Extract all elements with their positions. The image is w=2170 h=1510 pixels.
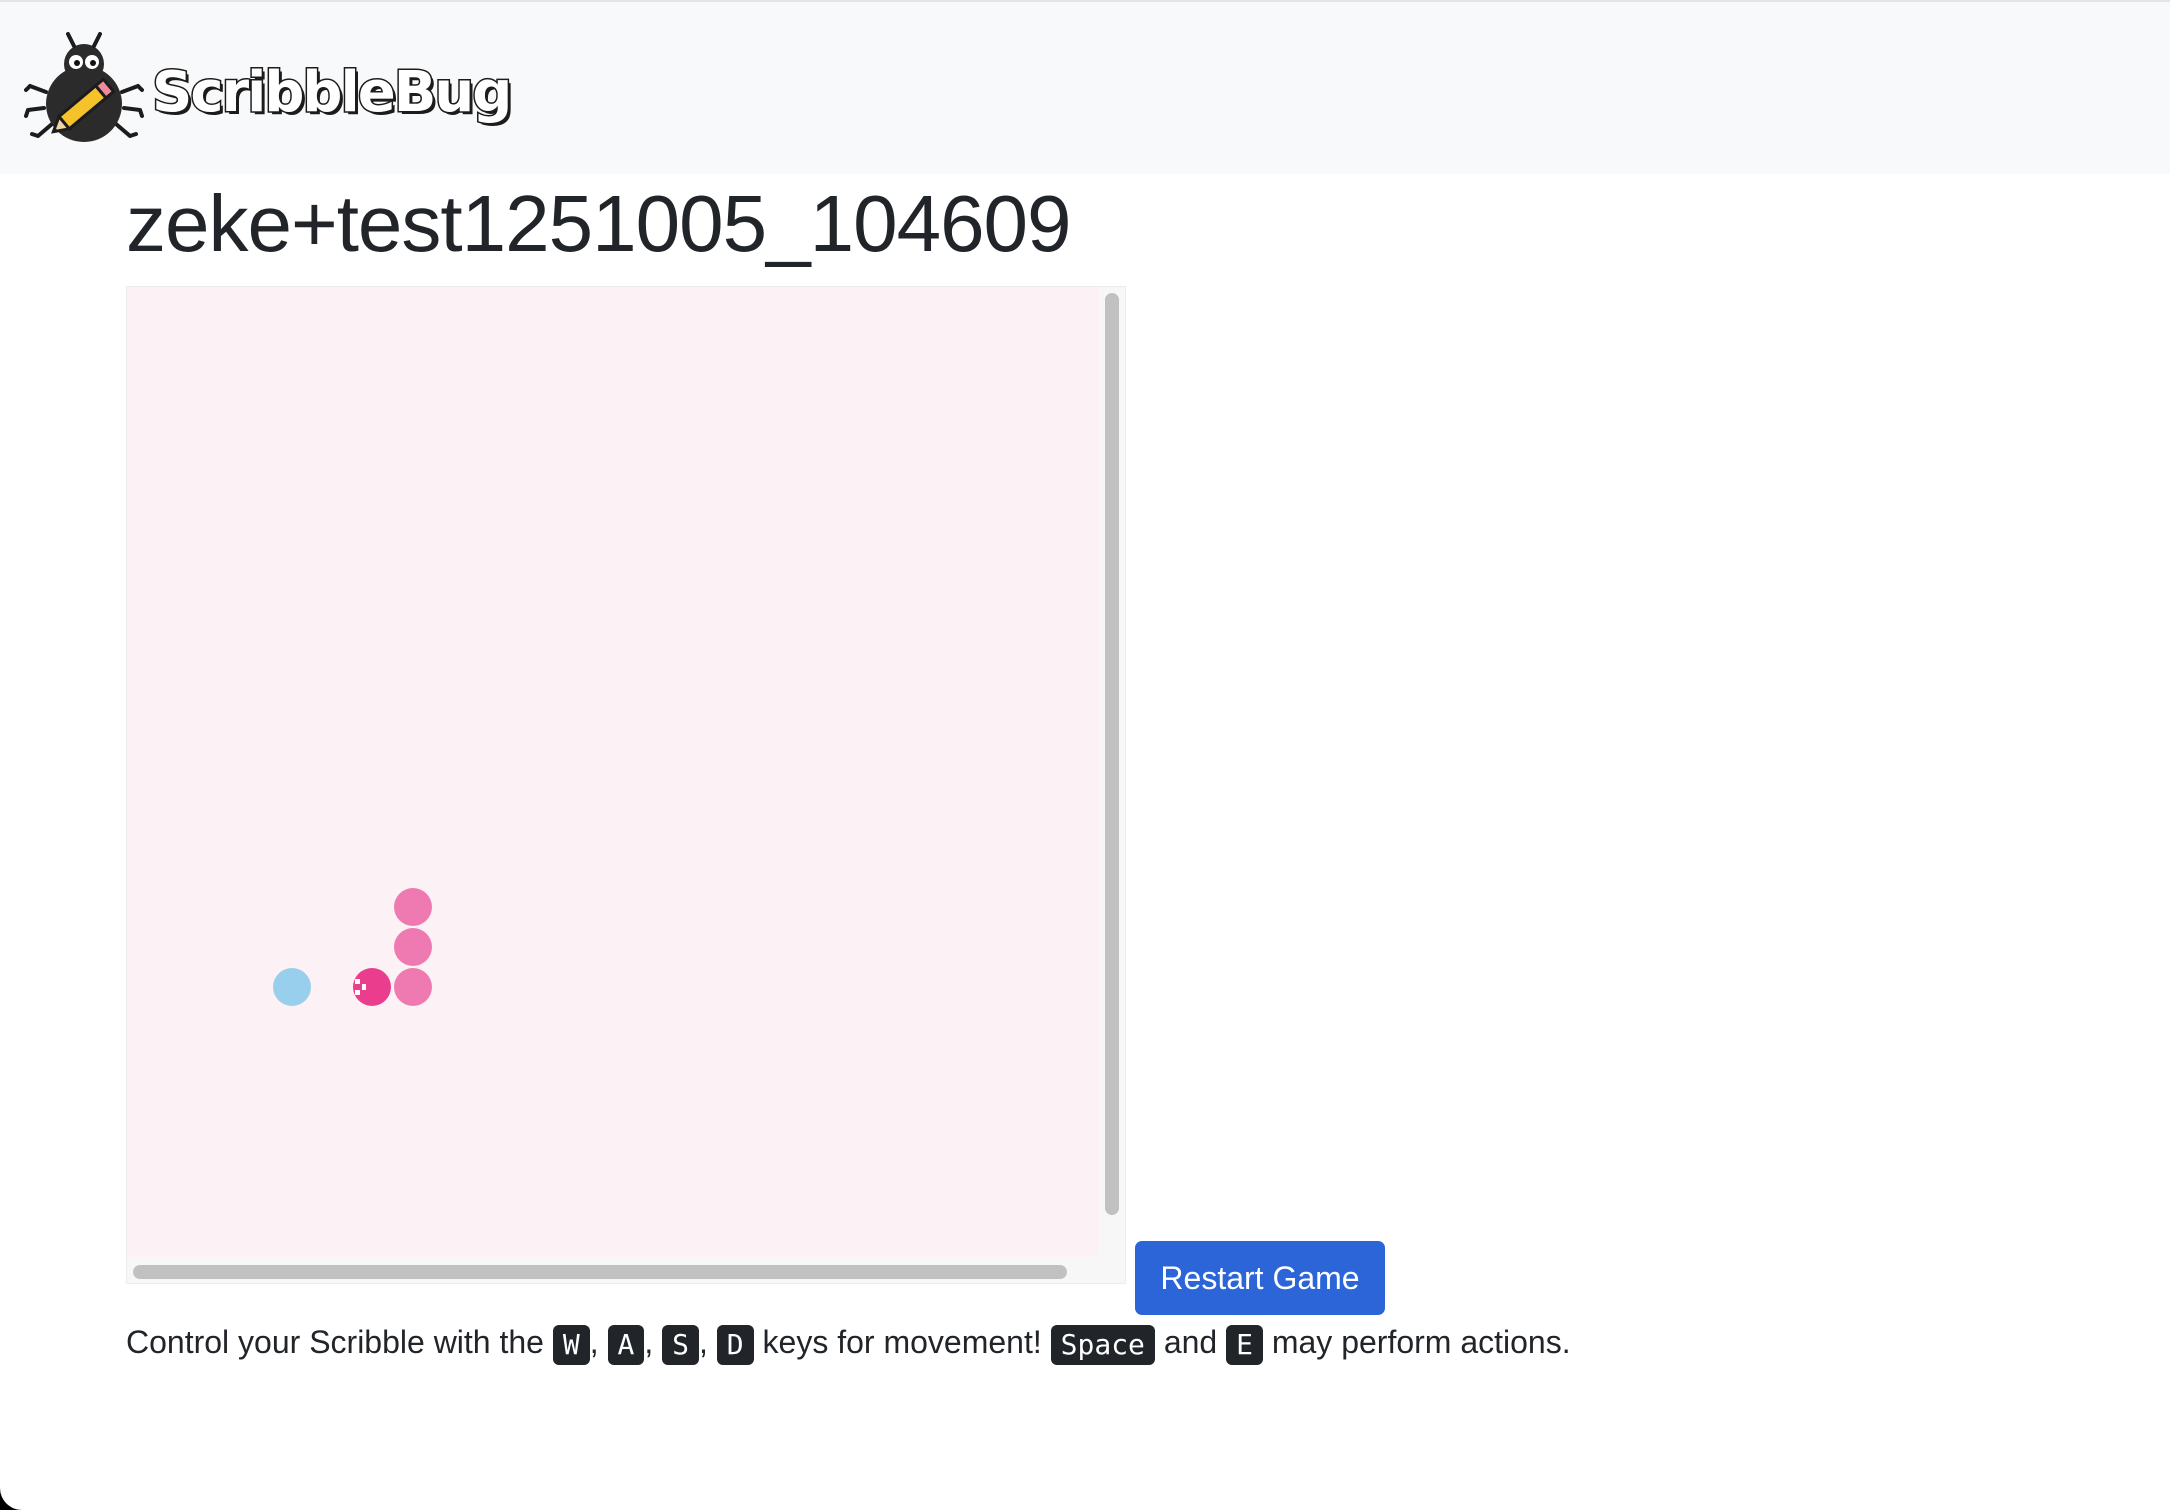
instructions-actions: may perform actions. [1271, 1324, 1571, 1360]
key-space: Space [1050, 1324, 1155, 1365]
key-s: S [662, 1324, 699, 1365]
browser-window: ScribbleBug zeke+test1251005_104609 Rest… [0, 0, 2170, 1510]
key-separator: , [644, 1324, 654, 1360]
instructions-intro: Control your Scribble with the [126, 1324, 544, 1360]
key-a: A [607, 1324, 645, 1365]
key-e: E [1226, 1324, 1263, 1365]
page-title: zeke+test1251005_104609 [126, 179, 1072, 268]
instructions-movement: keys for movement! [762, 1324, 1042, 1360]
scribble-body-segment [394, 968, 432, 1006]
brand-name: ScribbleBug [150, 59, 513, 127]
scribble-head [353, 968, 391, 1006]
key-separator: , [589, 1324, 599, 1360]
vertical-scrollbar[interactable] [1105, 293, 1119, 1215]
scribblebug-logo-icon [24, 32, 144, 142]
navbar: ScribbleBug [0, 0, 2170, 174]
instructions-and: and [1163, 1324, 1218, 1360]
scribble-body-segment [394, 888, 432, 926]
horizontal-scrollbar[interactable] [133, 1265, 1067, 1279]
scribble-face-icon [355, 979, 366, 995]
food-pellet [273, 968, 311, 1006]
brand-logo-link[interactable]: ScribbleBug [24, 30, 584, 150]
game-frame [126, 286, 1126, 1284]
key-d: D [716, 1324, 754, 1365]
scribble-body-segment [394, 928, 432, 966]
restart-game-button[interactable]: Restart Game [1135, 1241, 1385, 1315]
game-canvas[interactable] [127, 287, 1099, 1257]
key-w: W [552, 1324, 590, 1365]
key-separator: , [699, 1324, 708, 1360]
control-instructions: Control your Scribble with the W, A, S, … [126, 1320, 1571, 1365]
